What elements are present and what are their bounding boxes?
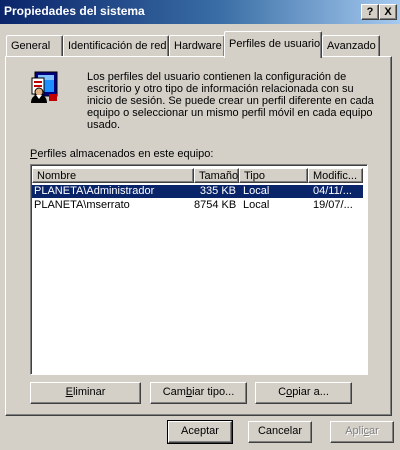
- column-header-size[interactable]: Tamaño: [194, 168, 239, 183]
- cell-modified: 04/11/...: [313, 185, 352, 197]
- tab-general[interactable]: General: [6, 35, 63, 57]
- tab-advanced[interactable]: Avanzado: [322, 35, 380, 57]
- cell-name: PLANETA\mserrato: [34, 199, 130, 211]
- cell-size: 335 KB: [199, 185, 236, 197]
- cell-name: PLANETA\Administrador: [34, 185, 155, 197]
- table-row[interactable]: PLANETA\mserrato 8754 KB Local 19/07/...: [32, 199, 363, 212]
- cell-type: Local: [243, 199, 270, 211]
- user-profiles-icon: [31, 71, 58, 103]
- close-button[interactable]: X: [379, 4, 397, 20]
- window-title: Propiedades del sistema: [4, 4, 145, 18]
- help-button[interactable]: ?: [361, 4, 379, 20]
- profiles-description: Los perfiles del usuario contienen la co…: [87, 71, 374, 131]
- tab-network-identification[interactable]: Identificación de red: [63, 35, 169, 57]
- tab-hardware[interactable]: Hardware: [169, 35, 225, 57]
- stored-profiles-label: Perfiles almacenados en este equipo:: [30, 148, 214, 160]
- copy-to-button[interactable]: Copiar a...: [255, 382, 352, 404]
- apply-button[interactable]: Aplicar: [330, 421, 394, 443]
- cell-modified: 19/07/...: [313, 199, 353, 211]
- column-header-modified[interactable]: Modific...: [308, 168, 363, 183]
- ok-button[interactable]: Aceptar: [167, 420, 233, 444]
- cell-size: 8754 KB: [194, 199, 236, 211]
- column-header-type[interactable]: Tipo: [239, 168, 308, 183]
- delete-button[interactable]: Eliminar: [30, 382, 141, 404]
- cancel-button[interactable]: Cancelar: [248, 421, 312, 443]
- change-type-button[interactable]: Cambiar tipo...: [150, 382, 247, 404]
- cell-type: Local: [243, 185, 270, 197]
- tab-user-profiles[interactable]: Perfiles de usuario: [224, 31, 322, 58]
- table-row[interactable]: PLANETA\Administrador 335 KB Local 04/11…: [32, 185, 363, 198]
- column-header-name[interactable]: Nombre: [32, 168, 194, 183]
